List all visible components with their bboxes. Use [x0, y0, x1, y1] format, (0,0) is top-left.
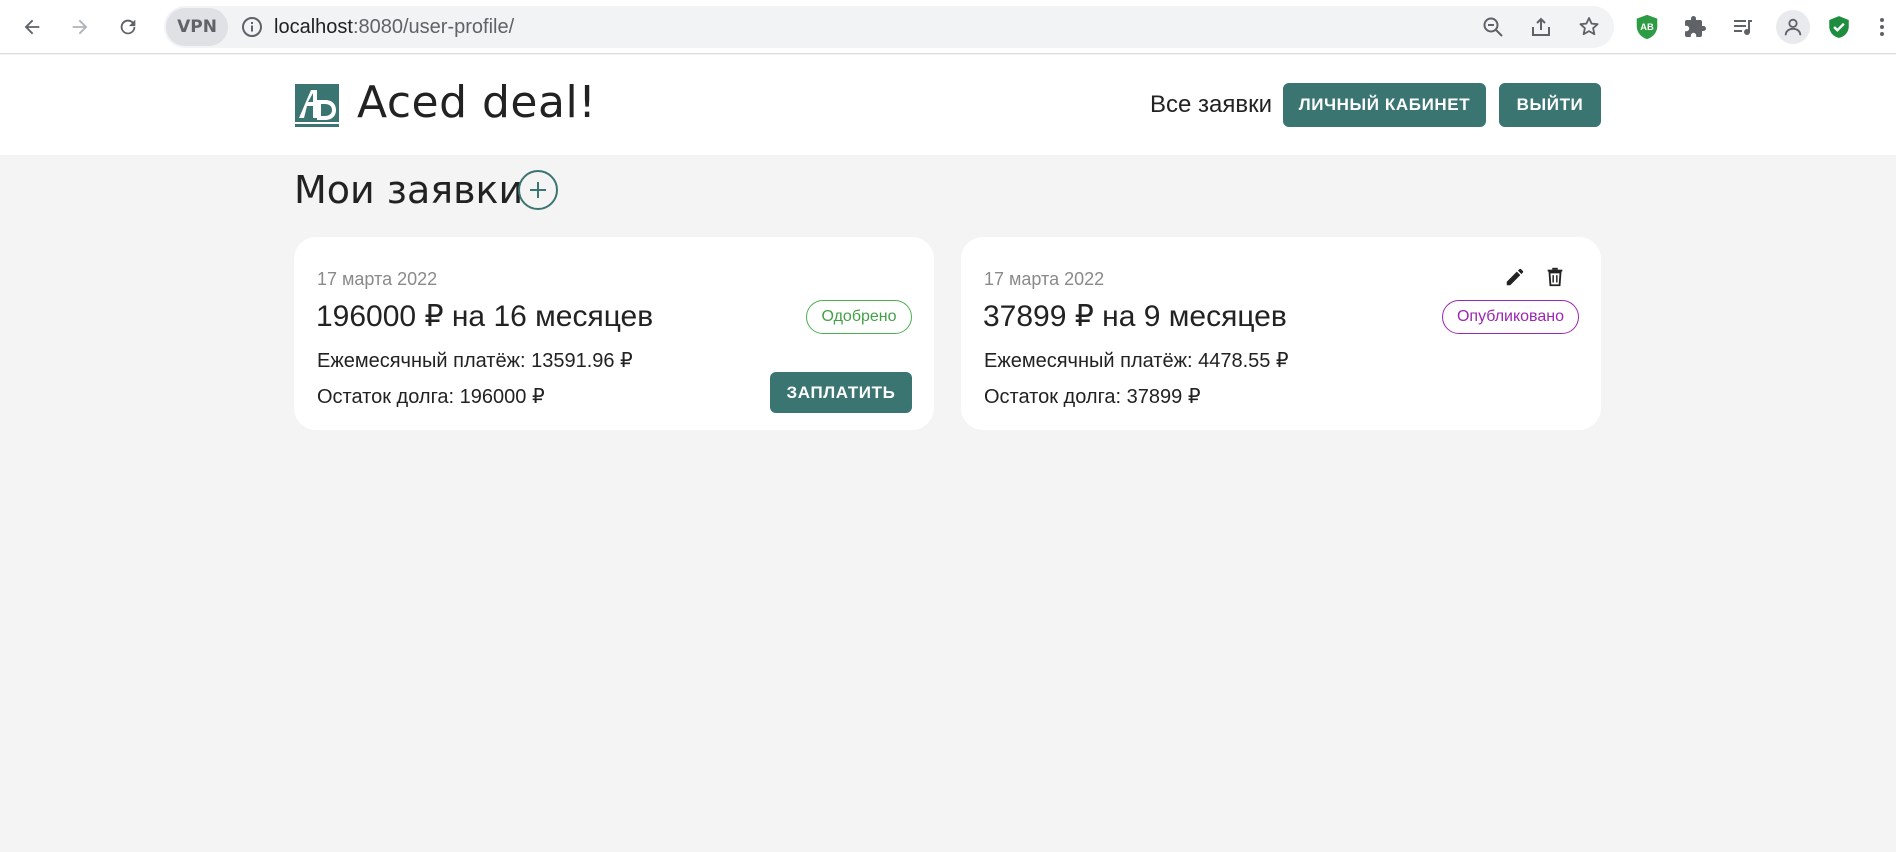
adblock-extension-icon[interactable]: AB: [1632, 12, 1662, 42]
monthly-payment: Ежемесячный платёж: 4478.55 ₽: [984, 350, 1289, 372]
remaining-debt: Остаток долга: 37899 ₽: [984, 386, 1201, 408]
nav-all-requests-link[interactable]: Все заявки: [1150, 91, 1272, 119]
info-icon[interactable]: [240, 15, 264, 39]
forward-icon[interactable]: [62, 9, 98, 45]
plus-icon: [530, 182, 546, 198]
request-amount: 196000 ₽ на 16 месяцев: [316, 300, 654, 333]
request-card: 17 марта 2022 37899 ₽ на 9 месяцев Опубл…: [961, 237, 1601, 430]
vpn-icon[interactable]: VPN: [166, 8, 228, 46]
delete-trash-icon[interactable]: [1541, 263, 1569, 291]
url-text[interactable]: localhost:8080/user-profile/: [274, 16, 514, 39]
url-path: :8080/user-profile/: [352, 16, 515, 38]
share-icon[interactable]: [1529, 15, 1553, 39]
browser-menu-icon[interactable]: [1872, 12, 1892, 42]
monthly-payment: Ежемесячный платёж: 13591.96 ₽: [317, 350, 633, 372]
url-host: localhost: [274, 16, 353, 38]
extensions-puzzle-icon[interactable]: [1680, 12, 1710, 42]
page-title: Мои заявки: [294, 168, 524, 212]
vpn-label: VPN: [177, 17, 217, 37]
profile-avatar-icon[interactable]: [1776, 10, 1810, 44]
zoom-out-icon[interactable]: [1481, 15, 1505, 39]
back-icon[interactable]: [14, 9, 50, 45]
reload-icon[interactable]: [110, 9, 146, 45]
browser-toolbar: VPN localhost:8080/user-profile/ AB: [0, 0, 1896, 54]
security-shield-icon[interactable]: [1824, 12, 1854, 42]
bookmark-star-icon[interactable]: [1577, 15, 1601, 39]
brand-name[interactable]: Aced deal!: [357, 77, 596, 128]
pay-button[interactable]: ЗАПЛАТИТЬ: [770, 372, 912, 413]
media-queue-icon[interactable]: [1728, 12, 1758, 42]
adblock-label: AB: [1640, 22, 1654, 32]
request-date: 17 марта 2022: [317, 269, 438, 289]
request-date: 17 марта 2022: [984, 269, 1105, 289]
app-header: Aced deal! Все заявки ЛИЧНЫЙ КАБИНЕТ ВЫЙ…: [0, 55, 1896, 155]
personal-cabinet-button[interactable]: ЛИЧНЫЙ КАБИНЕТ: [1283, 83, 1486, 127]
status-badge-published: Опубликовано: [1442, 300, 1579, 334]
status-badge-approved: Одобрено: [806, 300, 912, 334]
remaining-debt: Остаток долга: 196000 ₽: [317, 386, 545, 408]
logout-button[interactable]: ВЫЙТИ: [1499, 83, 1601, 127]
logo-icon[interactable]: [295, 84, 339, 128]
request-card: 17 марта 2022 196000 ₽ на 16 месяцев Одо…: [294, 237, 934, 430]
request-amount: 37899 ₽ на 9 месяцев: [983, 300, 1287, 333]
add-request-button[interactable]: [518, 170, 558, 210]
edit-icon[interactable]: [1501, 263, 1529, 291]
address-bar[interactable]: VPN localhost:8080/user-profile/: [164, 6, 1614, 48]
